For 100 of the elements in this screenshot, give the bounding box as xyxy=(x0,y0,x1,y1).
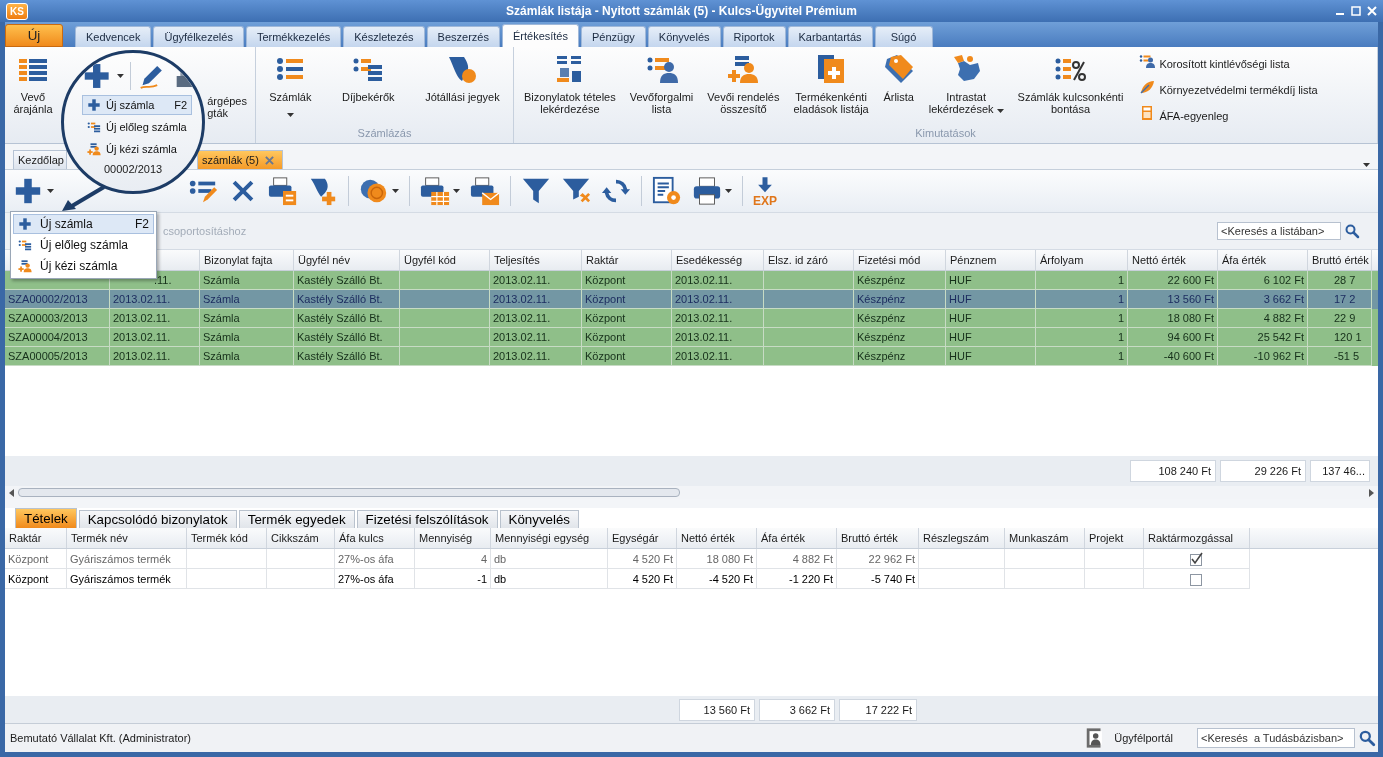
ribbon-button[interactable]: árgépes gták xyxy=(207,53,255,119)
column-header[interactable]: Nettó érték xyxy=(677,528,757,548)
filter-icon[interactable] xyxy=(521,176,551,206)
column-header[interactable]: Munkaszám xyxy=(1005,528,1085,548)
ribbon-button[interactable]: Számlák xyxy=(263,53,318,119)
column-header[interactable]: Cikkszám xyxy=(267,528,335,548)
ribbon-tab[interactable]: Karbantartás xyxy=(787,26,873,47)
printer-icon[interactable] xyxy=(420,176,450,206)
document-tab[interactable]: Kezdőlap xyxy=(13,150,67,169)
detail-tab[interactable]: Könyvelés xyxy=(499,510,580,528)
search-field[interactable]: <Keresés a listában> xyxy=(1217,222,1341,240)
printer-icon[interactable] xyxy=(268,176,298,206)
column-header[interactable]: Termék név xyxy=(67,528,187,548)
column-header[interactable]: Mennyiség xyxy=(415,528,491,548)
menu-item[interactable]: Új előleg számla xyxy=(82,117,192,137)
column-header[interactable]: Esedékesség xyxy=(672,250,764,270)
app-menu-button[interactable]: Új xyxy=(5,24,63,47)
column-header[interactable]: Ügyfél név xyxy=(294,250,400,270)
ribbon-tab[interactable]: Készletezés xyxy=(343,26,425,47)
checkbox[interactable] xyxy=(1190,551,1203,566)
caret-icon[interactable] xyxy=(117,74,125,78)
column-header[interactable]: Részlegszám xyxy=(919,528,1005,548)
column-header[interactable]: Elsz. id záró xyxy=(764,250,854,270)
column-header[interactable]: Áfa érték xyxy=(757,528,837,548)
printer-mail-icon[interactable] xyxy=(470,176,500,206)
ribbon-button[interactable]: Vevőforgalmi lista xyxy=(623,53,700,115)
table-row[interactable]: SZA00002/2013 2013.02.11. Számla Kastély Szálló Bt. 2013.02.11. Központ 2013.02.11. Készpénz HUF 1 13 560 Ft 3 662 Ft 17 2 xyxy=(5,290,1378,309)
ribbon-tab[interactable]: Pénzügy xyxy=(581,26,646,47)
menu-item[interactable]: Új számla F2 xyxy=(13,214,154,234)
caret-icon[interactable] xyxy=(725,189,732,193)
search-icon[interactable] xyxy=(1358,729,1376,747)
column-header[interactable]: Raktármozgással xyxy=(1144,528,1250,548)
table-row[interactable]: SZA00003/2013 2013.02.11. Számla Kastély Szálló Bt. 2013.02.11. Központ 2013.02.11. Készpénz HUF 1 18 080 Ft 4 882 Ft 22 9 xyxy=(5,309,1378,328)
ribbon-tab[interactable]: Riportok xyxy=(722,26,786,47)
plus-icon[interactable] xyxy=(13,176,43,206)
column-header[interactable]: Bizonylat fajta xyxy=(200,250,294,270)
caret-icon[interactable] xyxy=(392,189,399,193)
flag-plus-icon[interactable] xyxy=(308,176,338,206)
document-settings-icon[interactable] xyxy=(652,176,682,206)
ribbon-button[interactable]: Árlista xyxy=(876,53,921,103)
scroll-right-icon[interactable] xyxy=(1369,488,1374,497)
document-tab[interactable]: számlák (5) xyxy=(197,150,283,169)
portal-link[interactable]: Ügyfélportál xyxy=(1114,732,1173,744)
column-header[interactable]: Áfa érték xyxy=(1218,250,1308,270)
detail-tab[interactable]: Kapcsolódó bizonylatok xyxy=(78,510,237,528)
plus-icon[interactable] xyxy=(82,61,112,91)
column-header[interactable]: Egységár xyxy=(608,528,677,548)
ribbon-button[interactable]: Vevői rendelés összesítő xyxy=(701,53,786,115)
ribbon-link[interactable]: ÁFA-egyenleg xyxy=(1139,105,1318,127)
menu-item[interactable]: Új kézi számla xyxy=(82,139,192,159)
scroll-left-icon[interactable] xyxy=(9,488,14,497)
detail-tab[interactable]: Termék egyedek xyxy=(238,510,355,528)
printer-icon[interactable] xyxy=(692,176,722,206)
ribbon-tab[interactable]: Könyvelés xyxy=(647,26,721,47)
ribbon-button[interactable]: Bizonylatok tételes lekérdezése xyxy=(518,53,622,115)
column-header[interactable]: Árfolyam xyxy=(1036,250,1128,270)
table-row[interactable]: Központ Gyáriszámos termék 27%-os áfa -1 db 4 520 Ft -4 520 Ft -1 220 Ft -5 740 Ft xyxy=(5,569,1378,589)
column-header[interactable]: Raktár xyxy=(5,528,67,548)
ribbon-tab[interactable]: Beszerzés xyxy=(426,26,500,47)
ribbon-link[interactable]: Korosított kintlévőségi lista xyxy=(1139,53,1318,75)
search-field[interactable]: <Keresés a Tudásbázisban> xyxy=(1197,728,1355,748)
caret-icon[interactable] xyxy=(47,189,54,193)
close-icon[interactable] xyxy=(264,155,274,165)
detail-tab[interactable]: Fizetési felszólítások xyxy=(356,510,498,528)
column-header[interactable]: Nettó érték xyxy=(1128,250,1218,270)
column-header[interactable]: Raktár xyxy=(582,250,672,270)
caret-icon[interactable] xyxy=(1363,163,1370,167)
ribbon-link[interactable]: Környezetvédelmi termékdíj lista xyxy=(1139,79,1318,101)
table-row[interactable]: Központ Gyáriszámos termék 27%-os áfa 4 db 4 520 Ft 18 080 Ft 4 882 Ft 22 962 Ft xyxy=(5,549,1378,569)
column-header[interactable]: Termék kód xyxy=(187,528,267,548)
ribbon-tab[interactable]: Termékkezelés xyxy=(245,26,342,47)
column-header[interactable]: Bruttó érték xyxy=(837,528,919,548)
column-header[interactable]: Ügyfél kód xyxy=(400,250,490,270)
ribbon-button[interactable]: Termékenkénti eladások listája xyxy=(787,53,875,115)
ribbon-button[interactable]: Vevő árajánla xyxy=(9,53,57,115)
caret-icon[interactable] xyxy=(453,189,460,193)
column-header[interactable]: Áfa kulcs xyxy=(335,528,415,548)
ribbon-button[interactable]: Intrastat lekérdezések xyxy=(922,53,1010,115)
column-header[interactable]: Mennyiségi egység xyxy=(491,528,608,548)
column-header[interactable]: Projekt xyxy=(1085,528,1144,548)
ribbon-tab[interactable]: Ügyfélkezelés xyxy=(153,26,244,47)
horizontal-scrollbar[interactable] xyxy=(5,486,1378,499)
ribbon-button[interactable]: Jótállási jegyek xyxy=(419,53,506,103)
ribbon-tab[interactable]: Értékesítés xyxy=(501,24,579,47)
column-header[interactable]: Bruttó érték xyxy=(1308,250,1372,270)
column-header[interactable]: Pénznem xyxy=(946,250,1036,270)
search-icon[interactable] xyxy=(1344,223,1360,239)
table-row[interactable]: SZA00004/2013 2013.02.11. Számla Kastély Szálló Bt. 2013.02.11. Központ 2013.02.11. Készpénz HUF 1 94 600 Ft 25 542 Ft 120 1 xyxy=(5,328,1378,347)
ribbon-button[interactable]: Számlák kulcsonkénti bontása xyxy=(1011,53,1130,115)
maximize-icon[interactable] xyxy=(1351,6,1361,16)
column-header[interactable]: Fizetési mód xyxy=(854,250,946,270)
column-header[interactable]: Teljesítés xyxy=(490,250,582,270)
ribbon-tab[interactable]: Kedvencek xyxy=(75,26,152,47)
ribbon-button[interactable]: Díjbekérők xyxy=(336,53,401,103)
checkbox[interactable] xyxy=(1190,571,1203,586)
menu-item[interactable]: Új számla F2 xyxy=(82,95,192,115)
detail-tab[interactable]: Tételek xyxy=(15,508,77,528)
menu-item[interactable]: Új előleg számla xyxy=(13,235,154,255)
ribbon-tab[interactable]: Súgó xyxy=(874,26,933,47)
table-row[interactable]: SZA00005/2013 2013.02.11. Számla Kastély Szálló Bt. 2013.02.11. Központ 2013.02.11. Készpénz HUF 1 -40 600 Ft -10 962 Ft -51 5 xyxy=(5,347,1378,366)
